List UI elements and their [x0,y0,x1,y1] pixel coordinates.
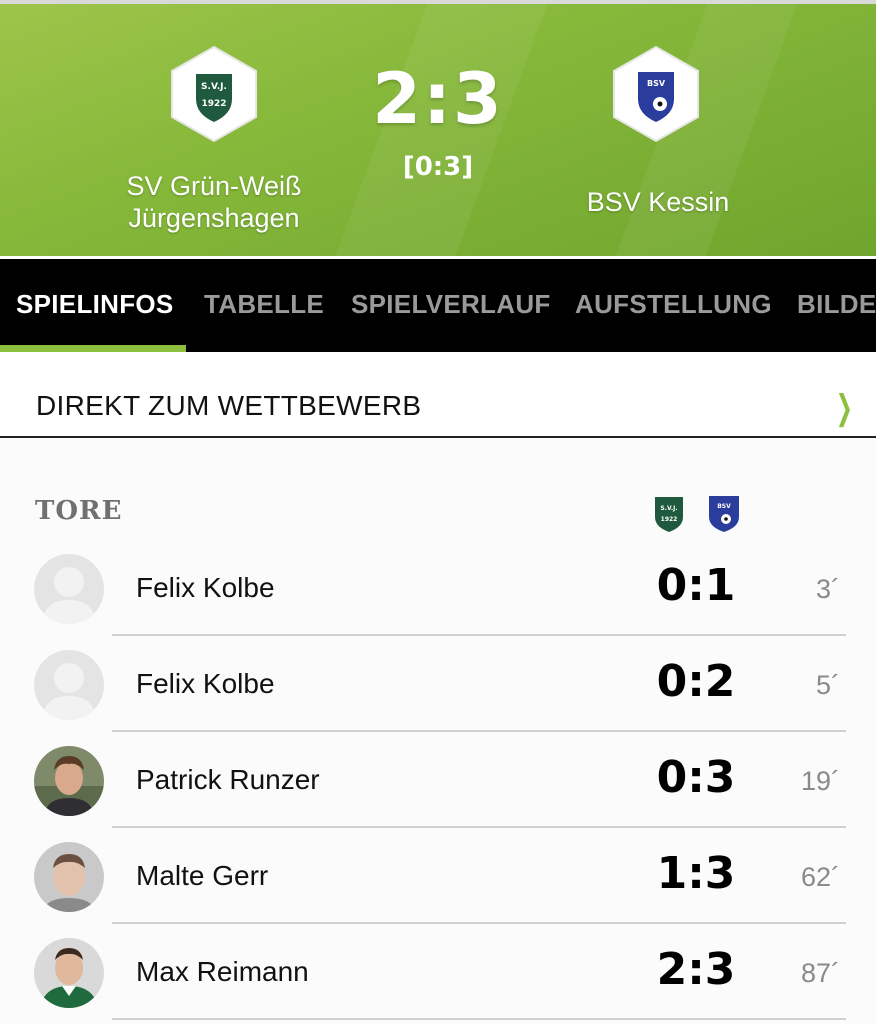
tab-bilder[interactable]: BILDER [797,289,876,320]
goal-minute: 5´ [815,670,840,700]
chevron-right-icon: ❯ [835,389,853,427]
row-divider [112,826,846,828]
away-team-column-icon: BSV [706,493,742,533]
goal-score: 1:3 [656,848,736,899]
player-avatar-placeholder [34,554,104,624]
competition-link-label: DIREKT ZUM WETTBEWERB [36,390,422,421]
tab-tabelle[interactable]: TABELLE [204,289,324,320]
home-team-name-line1: SV Grün-Weiß [126,171,302,201]
goal-row[interactable]: Felix Kolbe 0:1 3´ [0,554,876,650]
player-name: Felix Kolbe [136,668,275,699]
home-team-name-line2: Jürgenshagen [128,203,300,233]
tab-aufstellung[interactable]: AUFSTELLUNG [575,289,772,320]
goal-minute: 3´ [815,574,840,604]
goal-row[interactable]: Max Reimann 2:3 87´ [0,938,876,1024]
svg-text:BSV: BSV [717,503,731,510]
svg-text:1922: 1922 [201,99,226,109]
player-avatar-photo [34,746,104,816]
goal-row[interactable]: Felix Kolbe 0:2 5´ [0,650,876,746]
tab-bar: SPIELINFOS TABELLE SPIELVERLAUF AUFSTELL… [0,256,876,352]
player-avatar-photo [34,938,104,1008]
away-team-name[interactable]: BSV Kessin [560,186,756,218]
goal-score: 0:2 [656,656,736,707]
goal-row[interactable]: Patrick Runzer 0:3 19´ [0,746,876,842]
goal-minute: 19´ [800,766,840,796]
player-name: Felix Kolbe [136,572,275,603]
svg-text:BSV: BSV [647,79,666,88]
player-name: Patrick Runzer [136,764,320,795]
home-team-column-icon: S.V.J. 1922 [651,493,687,533]
home-team-name[interactable]: SV Grün-Weiß Jürgenshagen [100,170,328,234]
goal-row[interactable]: Malte Gerr 1:3 62´ [0,842,876,938]
goal-score: 2:3 [656,944,736,995]
row-divider [112,1018,846,1020]
active-tab-indicator [0,345,186,352]
row-divider [112,730,846,732]
row-divider [112,922,846,924]
home-team-logo[interactable]: S.V.J. 1922 [168,44,260,144]
away-team-logo[interactable]: BSV [610,44,702,144]
halftime-score: [0:3] [402,152,474,182]
player-avatar-photo [34,842,104,912]
goals-section-title: TORE [35,496,123,526]
player-name: Malte Gerr [136,860,269,891]
goal-minute: 62´ [800,862,840,892]
player-avatar-placeholder [34,650,104,720]
goal-minute: 87´ [800,958,840,988]
match-header: S.V.J. 1922 SV Grün-Weiß Jürgenshagen 2:… [0,0,876,256]
row-divider [112,634,846,636]
competition-link[interactable]: DIREKT ZUM WETTBEWERB ❯ [0,352,876,438]
tab-spielinfos[interactable]: SPIELINFOS [16,289,174,320]
final-score: 2:3 [372,58,504,140]
goal-score: 0:1 [656,560,736,611]
tab-spielverlauf[interactable]: SPIELVERLAUF [351,289,551,320]
svg-text:S.V.J.: S.V.J. [660,505,677,512]
svg-text:1922: 1922 [661,516,678,523]
svg-text:S.V.J.: S.V.J. [201,82,227,92]
goal-score: 0:3 [656,752,736,803]
player-name: Max Reimann [136,956,309,987]
